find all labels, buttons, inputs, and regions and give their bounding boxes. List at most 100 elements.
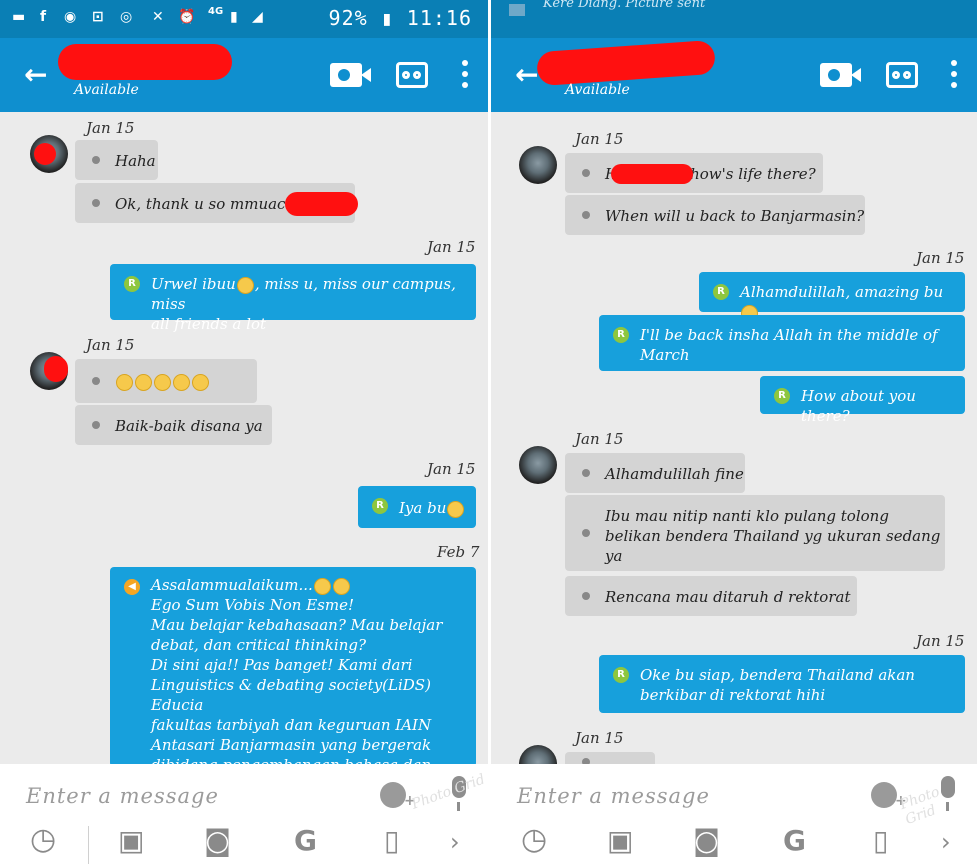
message-bubble[interactable]: R Iya bu	[358, 486, 476, 528]
composer: Enter a message + ◷ ▣ ◙ G ▯ › Photo Grid	[0, 764, 488, 867]
message-bubble[interactable]: Hhow's life there?	[565, 153, 823, 193]
timer-icon[interactable]: ◷	[521, 822, 547, 857]
contact-status: Available	[74, 82, 139, 98]
hangout-icon[interactable]	[886, 62, 918, 88]
sender-badge: R	[713, 284, 729, 300]
message-text: Linguistics & debating society(LiDS) Edu…	[151, 676, 431, 714]
message-text: berkibar di rektorat hihi	[640, 686, 826, 704]
google-icon[interactable]: G	[294, 824, 317, 857]
sender-badge: R	[613, 327, 629, 343]
emoji-icon	[447, 500, 465, 518]
sender-badge: R	[774, 388, 790, 404]
file-icon[interactable]: ▯	[384, 824, 399, 857]
message-bubble[interactable]: Alhamdulillah fine	[565, 453, 745, 493]
alarm-icon: ◎	[120, 9, 133, 25]
redacted-name	[58, 44, 232, 80]
composer: Enter a message + ◷ ▣ ◙ G ▯ › Photo Grid	[491, 764, 977, 867]
image-icon[interactable]: ▣	[607, 824, 633, 857]
message-text: Ibu mau nitip nanti klo pulang tolong	[605, 507, 889, 525]
message-bubble[interactable]: Baik-baik disana ya	[75, 405, 272, 445]
timer-icon[interactable]: ◷	[30, 822, 56, 857]
shop-icon: ⊡	[92, 9, 104, 25]
date-label: Jan 15	[575, 130, 624, 148]
date-label: Feb 7	[437, 543, 480, 561]
battery-icon: ▮	[367, 6, 407, 30]
file-icon[interactable]: ▯	[873, 824, 888, 857]
date-label: Jan 15	[86, 119, 135, 137]
video-call-icon[interactable]	[330, 63, 371, 87]
back-arrow-icon[interactable]: ←	[515, 58, 538, 91]
message-text: I'll be back insha Allah in the middle o…	[640, 326, 938, 344]
microphone-stand-icon	[457, 802, 460, 811]
redacted-avatar	[34, 143, 56, 165]
date-label: Jan 15	[575, 729, 624, 747]
broadcast-bubble[interactable]: ◀ Assalammualaikum... Ego Sum Vobis Non …	[110, 567, 476, 774]
message-text: Ok, thank u so mmuach	[115, 195, 296, 213]
message-text: Rencana mau ditaruh d rektorat	[605, 588, 851, 606]
notification-banner: Kere Diang. Picture sent	[491, 0, 977, 38]
clock-icon: ⏰	[178, 9, 196, 25]
message-text: belikan bendera Thailand yg ukuran sedan…	[605, 527, 941, 545]
divider	[88, 826, 89, 864]
message-text: When will u back to Banjarmasin?	[605, 207, 865, 225]
emoji-picker-icon[interactable]	[871, 782, 897, 808]
avatar	[519, 446, 557, 484]
emoji-icon	[313, 577, 331, 595]
more-options-icon[interactable]	[951, 60, 957, 93]
message-input[interactable]: Enter a message	[26, 784, 219, 808]
redacted-avatar	[44, 356, 68, 382]
message-bubble[interactable]: R How about you there?	[760, 376, 965, 425]
message-text: ya	[605, 547, 623, 565]
message-bubble[interactable]: R Alhamdulillah, amazing bu	[699, 272, 965, 322]
message-bubble[interactable]: Rencana mau ditaruh d rektorat	[565, 576, 857, 616]
chevron-right-icon[interactable]: ›	[450, 828, 460, 856]
message-text: Ego Sum Vobis Non Esme!	[151, 596, 354, 614]
google-icon[interactable]: G	[783, 824, 806, 857]
emoji-icon	[173, 373, 190, 391]
hangout-icon[interactable]	[396, 62, 428, 88]
message-text: Baik-baik disana ya	[115, 417, 263, 435]
more-options-icon[interactable]	[462, 60, 468, 93]
message-bubble[interactable]: Ibu mau nitip nanti klo pulang tolong bel…	[565, 495, 945, 571]
chat-header: ← Available	[491, 38, 977, 112]
image-icon[interactable]: ▣	[118, 824, 144, 857]
date-label: Jan 15	[575, 430, 624, 448]
sim-icon: ▮	[230, 9, 238, 25]
message-text: How about you there?	[801, 387, 916, 425]
date-label: Jan 15	[916, 632, 965, 650]
emoji-icon	[135, 373, 152, 391]
redacted-text	[611, 164, 693, 184]
emoji-picker-icon[interactable]	[380, 782, 406, 808]
emoji-icon	[332, 577, 350, 595]
signal-icon: ◢	[252, 9, 263, 25]
facebook-icon: f	[40, 9, 47, 25]
message-text: Iya bu	[399, 499, 447, 517]
left-screenshot: ▬ f ◉ ⊡ ◎ ✕ ⏰ 4G ▮ ◢ 92% ▮ 11:16 ← Avail…	[0, 0, 488, 867]
message-bubble[interactable]: R Urwel ibuu, miss u, miss our campus, m…	[110, 264, 476, 333]
camera-icon[interactable]: ◙	[693, 824, 720, 857]
message-icon: ▬	[12, 9, 26, 25]
message-bubble[interactable]: R Oke bu siap, bendera Thailand akan berk…	[599, 655, 965, 713]
message-text: Alhamdulillah, amazing bu	[740, 283, 944, 301]
message-text: all friends a lot	[151, 315, 266, 333]
notification-count-icon: ◉	[64, 9, 77, 25]
sender-badge: R	[372, 498, 388, 514]
message-bubble[interactable]: R I'll be back insha Allah in the middle…	[599, 315, 965, 371]
chevron-right-icon[interactable]: ›	[941, 828, 951, 856]
contact-status: Available	[565, 82, 630, 98]
message-bubble[interactable]: Haha	[75, 140, 158, 180]
message-text: fakultas tarbiyah dan keguruan IAIN	[151, 716, 432, 734]
date-label: Jan 15	[427, 460, 476, 478]
camera-icon[interactable]: ◙	[204, 824, 231, 857]
message-input[interactable]: Enter a message	[517, 784, 710, 808]
network-icon: 4G	[208, 6, 224, 17]
message-text: debat, dan critical thinking?	[151, 636, 367, 654]
video-call-icon[interactable]	[820, 63, 861, 87]
emoji-icon	[154, 373, 171, 391]
back-arrow-icon[interactable]: ←	[24, 58, 47, 91]
megaphone-icon: ◀	[124, 579, 140, 595]
message-bubble[interactable]: When will u back to Banjarmasin?	[565, 195, 865, 235]
message-bubble[interactable]	[75, 359, 257, 403]
message-text: Antasari Banjarmasin yang bergerak	[151, 736, 432, 754]
message-text: Di sini aja!! Pas banget! Kami dari	[151, 656, 413, 674]
